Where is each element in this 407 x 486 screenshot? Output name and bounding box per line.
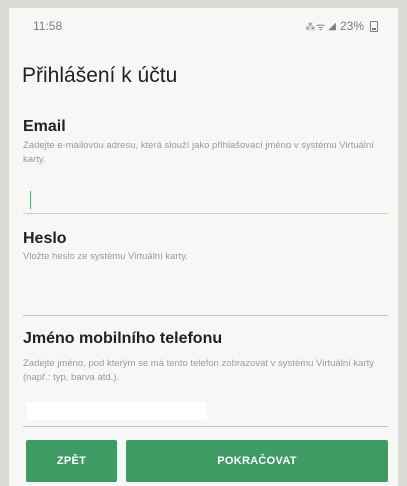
password-field[interactable] [23, 289, 392, 317]
password-hint: Vložte heslo ze systému Virtuální karty. [23, 251, 188, 262]
phone-name-hint: Zadejte jméno, pod kterým se má tento te… [23, 358, 374, 383]
network-icon: ⁂ ᯤ [305, 22, 325, 33]
battery-percent: 23% [339, 19, 364, 33]
phone-screen: 11:58 ⁂ ᯤ ◢ 23% Přihlášení k účtu Email … [9, 8, 398, 486]
continue-button[interactable]: POKRAČOVAT [126, 440, 388, 482]
password-label: Heslo [23, 230, 67, 247]
email-underline [23, 213, 388, 214]
battery-icon [370, 20, 378, 32]
page-title: Přihlášení k účtu [22, 64, 178, 87]
email-field[interactable] [23, 188, 392, 216]
status-bar: 11:58 ⁂ ᯤ ◢ 23% [9, 8, 398, 42]
email-label: Email [23, 118, 66, 135]
back-button[interactable]: ZPĚT [26, 440, 117, 482]
phone-name-field[interactable] [23, 399, 392, 427]
password-underline [23, 315, 388, 316]
phone-name-underline [23, 426, 388, 427]
phone-name-label: Jméno mobilního telefonu [23, 330, 223, 347]
signal-icon: ◢ [328, 20, 336, 32]
email-hint: Zadejte e-mailovou adresu, která slouží … [23, 140, 374, 165]
status-icons: ⁂ ᯤ ◢ 23% [305, 19, 378, 33]
status-time: 11:58 [33, 19, 63, 33]
text-caret [30, 191, 31, 209]
